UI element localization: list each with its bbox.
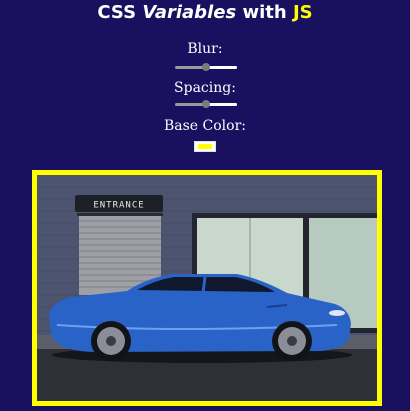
blur-label: Blur: — [187, 41, 223, 57]
blur-slider-thumb[interactable] — [202, 63, 210, 71]
car-headlight — [329, 310, 345, 316]
entrance-sign-text: ENTRANCE — [93, 201, 144, 211]
base-color-picker[interactable] — [194, 141, 216, 152]
spacing-slider-thumb[interactable] — [202, 100, 210, 108]
blur-slider[interactable] — [175, 63, 237, 71]
title-variables: Variables — [142, 2, 237, 23]
blur-slider-track — [206, 66, 237, 69]
rear-wheel — [91, 321, 131, 361]
car-pillar — [201, 276, 207, 294]
page-title: CSS Variables with JS — [0, 2, 410, 24]
title-js: JS — [292, 2, 313, 23]
car-photo: ENTRANCE — [37, 175, 377, 401]
title-css: CSS — [97, 2, 143, 23]
base-color-label: Base Color: — [163, 118, 246, 134]
car-photo-frame: ENTRANCE — [32, 170, 382, 406]
spacing-slider-track — [206, 103, 237, 106]
spacing-slider[interactable] — [175, 100, 237, 108]
front-wheel — [272, 321, 312, 361]
spacing-label: Spacing: — [174, 80, 236, 96]
title-with: with — [236, 2, 293, 23]
base-color-swatch — [198, 144, 212, 149]
shutter-top-frame — [77, 213, 163, 216]
